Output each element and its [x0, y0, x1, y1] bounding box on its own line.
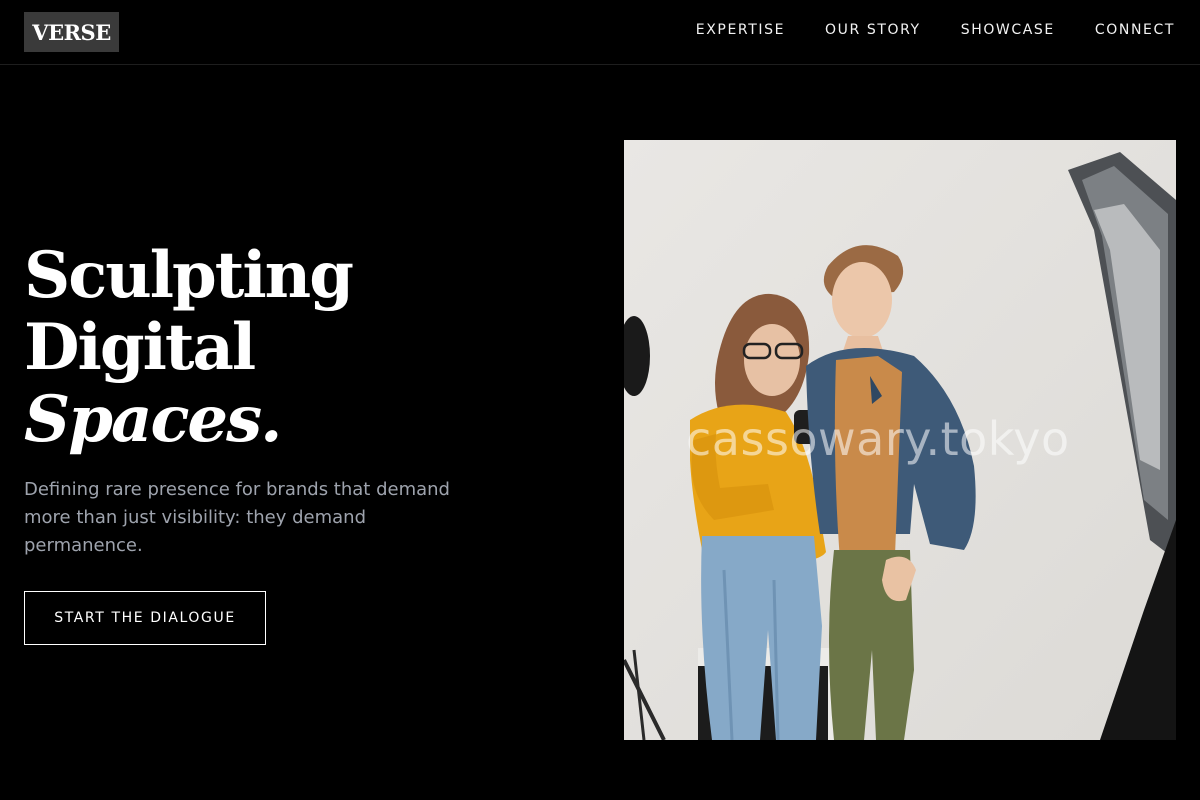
headline-line-1: Sculpting — [24, 238, 354, 313]
start-dialogue-button[interactable]: START THE DIALOGUE — [24, 591, 266, 645]
nav-link-expertise[interactable]: EXPERTISE — [696, 20, 785, 40]
logo[interactable]: VERSE — [24, 12, 119, 52]
hero-headline: Sculpting Digital Spaces. — [24, 238, 354, 457]
hero-subtext: Defining rare presence for brands that d… — [24, 479, 450, 556]
nav-link-showcase[interactable]: SHOWCASE — [961, 20, 1055, 40]
headline-line-3: Spaces. — [24, 382, 282, 457]
nav-link-our-story[interactable]: OUR STORY — [825, 20, 921, 40]
nav-link-connect[interactable]: CONNECT — [1095, 20, 1175, 40]
headline-line-2: Digital — [24, 310, 256, 385]
site-header: VERSE EXPERTISE OUR STORY SHOWCASE CONNE… — [0, 0, 1200, 65]
image-watermark: cassowary.tokyo — [686, 412, 1070, 466]
main-nav: EXPERTISE OUR STORY SHOWCASE CONNECT — [696, 20, 1175, 40]
hero-photo: cassowary.tokyo — [624, 140, 1176, 740]
